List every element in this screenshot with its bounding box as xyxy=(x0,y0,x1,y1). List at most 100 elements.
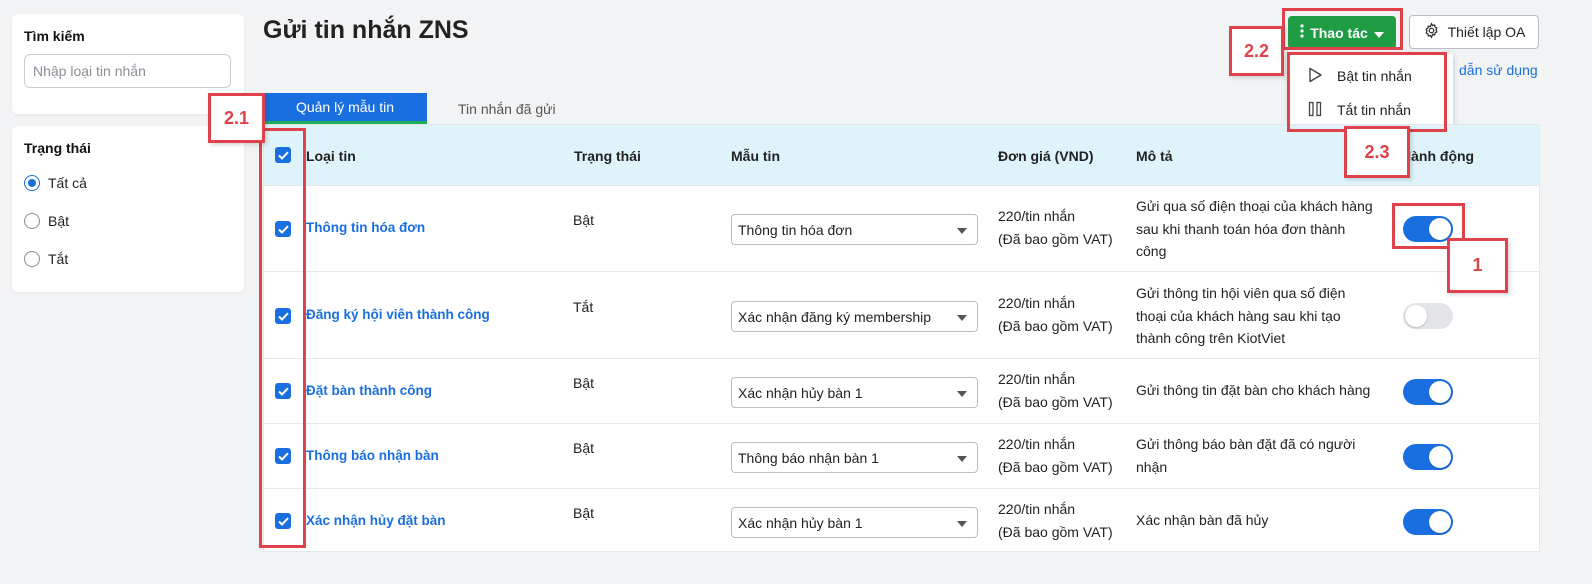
message-type-link[interactable]: Đặt bàn thành công xyxy=(306,380,432,403)
radio-icon[interactable] xyxy=(24,213,40,229)
setup-oa-label: Thiết lập OA xyxy=(1447,24,1526,40)
description-line: Gửi thông báo bàn đặt đã có người xyxy=(1136,436,1356,452)
message-table: Loại tin Trạng thái Mẫu tin Đơn giá (VND… xyxy=(263,124,1540,552)
setup-oa-button[interactable]: Thiết lập OA xyxy=(1409,15,1539,49)
status-option-label: Bật xyxy=(48,213,70,229)
price-cell: 220/tin nhắn (Đã bao gồm VAT) xyxy=(998,433,1113,478)
description-cell: Gửi qua số điện thoại của khách hàng sau… xyxy=(1136,195,1373,263)
price-value: 220/tin nhắn xyxy=(998,208,1076,224)
price-value: 220/tin nhắn xyxy=(998,501,1076,517)
status-text: Bật xyxy=(573,375,595,391)
enable-toggle[interactable] xyxy=(1403,444,1453,470)
template-select[interactable]: Xác nhận đăng ký membership xyxy=(731,301,978,332)
template-select[interactable]: Thông tin hóa đơn xyxy=(731,214,978,245)
price-note: (Đã bao gồm VAT) xyxy=(998,393,1113,410)
table-row: Thông báo nhận bàn Bật Thông báo nhận bà… xyxy=(264,423,1539,488)
column-header-price[interactable]: Đơn giá (VND) xyxy=(998,148,1094,164)
price-value: 220/tin nhắn xyxy=(998,371,1076,387)
annotation-label: 1 xyxy=(1447,238,1508,293)
status-option-label: Tắt xyxy=(48,251,69,267)
price-cell: 220/tin nhắn (Đã bao gồm VAT) xyxy=(998,498,1113,543)
status-text: Bật xyxy=(573,505,595,521)
table-row: Đăng ký hội viên thành công Tắt Xác nhận… xyxy=(264,271,1539,358)
message-type-link[interactable]: Thông báo nhận bàn xyxy=(306,445,439,468)
price-cell: 220/tin nhắn (Đã bao gồm VAT) xyxy=(998,205,1113,250)
annotation-highlight-actions xyxy=(1282,8,1403,50)
status-text: Bật xyxy=(573,212,595,228)
toggle-knob xyxy=(1429,446,1451,468)
gear-icon xyxy=(1423,22,1440,42)
help-link[interactable]: dẫn sử dụng xyxy=(1459,62,1538,78)
chevron-down-icon xyxy=(957,315,967,321)
annotation-label: 2.3 xyxy=(1344,126,1410,178)
description-line: thoại của khách hàng sau khi tạo xyxy=(1136,307,1341,324)
message-type-link[interactable]: Đăng ký hội viên thành công xyxy=(306,304,490,327)
chevron-down-icon xyxy=(957,521,967,527)
table-row: Đặt bàn thành công Bật Xác nhận hủy bàn … xyxy=(264,358,1539,423)
toggle-knob xyxy=(1429,511,1451,533)
description-cell: Gửi thông tin hội viên qua số điện thoại… xyxy=(1136,282,1345,350)
price-cell: 220/tin nhắn (Đã bao gồm VAT) xyxy=(998,292,1113,337)
template-select[interactable]: Xác nhận hủy bàn 1 xyxy=(731,377,978,408)
chevron-down-icon xyxy=(957,228,967,234)
price-value: 220/tin nhắn xyxy=(998,295,1076,311)
page-title: Gửi tin nhắn ZNS xyxy=(263,16,469,44)
description-line: nhận xyxy=(1136,458,1168,475)
table-row: Xác nhận hủy đặt bàn Bật Xác nhận hủy bà… xyxy=(264,488,1539,552)
price-value: 220/tin nhắn xyxy=(998,436,1076,452)
table-row: Thông tin hóa đơn Bật Thông tin hóa đơn … xyxy=(264,185,1539,271)
column-header-description[interactable]: Mô tả xyxy=(1136,148,1173,164)
price-note: (Đã bao gồm VAT) xyxy=(998,230,1113,247)
column-header-template[interactable]: Mẫu tin xyxy=(731,148,780,164)
enable-toggle[interactable] xyxy=(1403,379,1453,405)
description-cell: Xác nhận bàn đã hủy xyxy=(1136,509,1268,532)
search-title: Tìm kiếm xyxy=(24,28,85,44)
description-line: Gửi thông tin đặt bàn cho khách hàng xyxy=(1136,382,1371,398)
description-line: sau khi thanh toán hóa đơn thành xyxy=(1136,220,1346,237)
description-line: công xyxy=(1136,243,1167,259)
tab-manage-templates[interactable]: Quản lý mẫu tin xyxy=(263,93,427,124)
status-option-all[interactable]: Tất cả xyxy=(24,172,232,194)
description-line: Gửi qua số điện thoại của khách hàng xyxy=(1136,198,1373,214)
template-select-value: Xác nhận đăng ký membership xyxy=(738,308,931,325)
radio-icon[interactable] xyxy=(24,251,40,267)
status-filter-panel: Trạng thái Tất cả Bật Tắt xyxy=(12,126,244,292)
price-note: (Đã bao gồm VAT) xyxy=(998,523,1113,540)
template-select-value: Xác nhận hủy bàn 1 xyxy=(738,384,863,401)
search-input[interactable] xyxy=(24,54,231,88)
toggle-knob xyxy=(1405,305,1427,327)
enable-toggle[interactable] xyxy=(1403,509,1453,535)
description-line: Gửi thông tin hội viên qua số điện xyxy=(1136,285,1346,301)
template-select[interactable]: Thông báo nhận bàn 1 xyxy=(731,442,978,473)
toggle-knob xyxy=(1429,381,1451,403)
message-type-link[interactable]: Xác nhận hủy đặt bàn xyxy=(306,510,446,533)
description-cell: Gửi thông tin đặt bàn cho khách hàng xyxy=(1136,379,1370,402)
annotation-label: 2.2 xyxy=(1229,26,1284,76)
description-line: thành công trên KiotViet xyxy=(1136,330,1286,346)
status-option-on[interactable]: Bật xyxy=(24,210,232,232)
message-type-link[interactable]: Thông tin hóa đơn xyxy=(306,217,425,240)
template-select-value: Thông tin hóa đơn xyxy=(738,221,853,238)
status-option-off[interactable]: Tắt xyxy=(24,248,232,270)
chevron-down-icon xyxy=(957,456,967,462)
radio-icon[interactable] xyxy=(24,175,40,191)
annotation-label: 2.1 xyxy=(208,93,265,143)
column-header-status[interactable]: Trạng thái xyxy=(574,148,641,164)
template-select[interactable]: Xác nhận hủy bàn 1 xyxy=(731,507,978,538)
tab-bar: Quản lý mẫu tin Tin nhắn đã gửi xyxy=(263,93,587,124)
annotation-highlight-dropdown xyxy=(1287,52,1447,132)
template-select-value: Xác nhận hủy bàn 1 xyxy=(738,514,863,531)
status-option-label: Tất cả xyxy=(48,175,87,191)
column-header-type[interactable]: Loại tin xyxy=(306,148,356,164)
chevron-down-icon xyxy=(957,391,967,397)
column-header-action[interactable]: Hành động xyxy=(1401,148,1474,164)
price-note: (Đã bao gồm VAT) xyxy=(998,317,1113,334)
price-note: (Đã bao gồm VAT) xyxy=(998,458,1113,475)
status-text: Tắt xyxy=(573,299,594,315)
template-select-value: Thông báo nhận bàn 1 xyxy=(738,449,879,466)
status-filter-title: Trạng thái xyxy=(24,140,91,156)
tab-sent-messages[interactable]: Tin nhắn đã gửi xyxy=(427,93,587,124)
enable-toggle[interactable] xyxy=(1403,303,1453,329)
status-text: Bật xyxy=(573,440,595,456)
price-cell: 220/tin nhắn (Đã bao gồm VAT) xyxy=(998,368,1113,413)
